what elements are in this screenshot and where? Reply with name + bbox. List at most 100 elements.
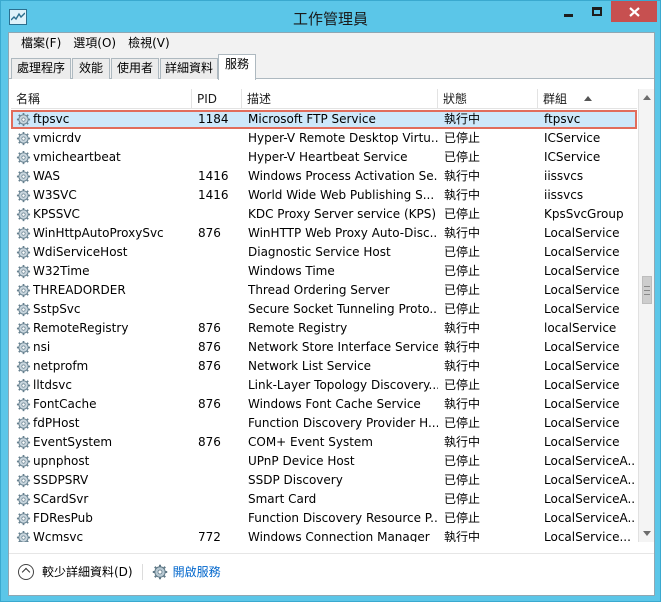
service-name: fdPHost [33, 416, 80, 430]
gear-icon [16, 435, 31, 450]
service-name: netprofm [33, 359, 89, 373]
service-row[interactable]: WinHttpAutoProxySvc 876 WinHTTP Web Prox… [11, 224, 637, 243]
service-description: SSDP Discovery [248, 473, 343, 487]
service-status: 執行中 [444, 435, 481, 449]
service-name: THREADORDER [33, 283, 126, 297]
service-group: LocalService [544, 359, 620, 373]
service-row[interactable]: ftpsvc 1184 Microsoft FTP Service 執行中 ft… [11, 110, 637, 129]
service-description: KDC Proxy Server service (KPS) [248, 207, 437, 221]
tab-performance[interactable]: 效能 [72, 58, 110, 79]
service-group: ftpsvc [544, 112, 581, 126]
service-status: 執行中 [444, 112, 481, 126]
service-name: WAS [33, 169, 61, 183]
column-header-pid[interactable]: PID [192, 89, 242, 109]
service-row[interactable]: WdiServiceHost Diagnostic Service Host 已… [11, 243, 637, 262]
service-group: ICService [544, 150, 601, 164]
service-row[interactable]: RemoteRegistry 876 Remote Registry 執行中 l… [11, 319, 637, 338]
service-description: Windows Time [248, 264, 335, 278]
minimize-button[interactable] [555, 1, 582, 22]
service-row[interactable]: vmicheartbeat Hyper-V Heartbeat Service … [11, 148, 637, 167]
service-row[interactable]: SCardSvr Smart Card 已停止 LocalServiceA... [11, 490, 637, 509]
service-group: LocalServiceA... [544, 511, 636, 525]
service-description: Link-Layer Topology Discovery... [248, 378, 438, 392]
service-row[interactable]: W32Time Windows Time 已停止 LocalService [11, 262, 637, 281]
open-services-label: 開啟服務 [172, 565, 221, 579]
service-row[interactable]: vmicrdv Hyper-V Remote Desktop Virtu... … [11, 129, 637, 148]
service-name: EventSystem [33, 435, 113, 449]
tab-processes[interactable]: 處理程序 [11, 58, 71, 79]
minimize-icon [564, 13, 573, 17]
scroll-down-icon[interactable] [643, 531, 651, 536]
service-row[interactable]: FDResPub Function Discovery Resource P..… [11, 509, 637, 528]
service-row[interactable]: THREADORDER Thread Ordering Server 已停止 L… [11, 281, 637, 300]
tab-users[interactable]: 使用者 [111, 58, 159, 79]
service-name: FontCache [33, 397, 97, 411]
service-description: COM+ Event System [248, 435, 373, 449]
service-name: W3SVC [33, 188, 77, 202]
service-row[interactable]: lltdsvc Link-Layer Topology Discovery...… [11, 376, 637, 395]
service-name: lltdsvc [33, 378, 72, 392]
gear-icon [16, 321, 31, 336]
task-manager-window: 工作管理員 檔案(F) 選項(O) 檢視(V) 處理程序 效能 使用者 詳細資料… [0, 0, 661, 602]
vertical-scrollbar[interactable] [638, 89, 654, 542]
service-row[interactable]: netprofm 876 Network List Service 執行中 Lo… [11, 357, 637, 376]
maximize-button[interactable] [583, 1, 610, 22]
service-group: LocalService [544, 378, 620, 392]
service-name: WinHttpAutoProxySvc [33, 226, 164, 240]
tab-details[interactable]: 詳細資料 [160, 58, 218, 79]
gear-icon [16, 378, 31, 393]
service-pid: 876 [198, 359, 221, 373]
service-group: KpsSvcGroup [544, 207, 624, 221]
service-row[interactable]: upnphost UPnP Device Host 已停止 LocalServi… [11, 452, 637, 471]
service-row[interactable]: fdPHost Function Discovery Provider H...… [11, 414, 637, 433]
service-description: Diagnostic Service Host [248, 245, 391, 259]
menu-options[interactable]: 選項(O) [67, 33, 122, 53]
column-header-status[interactable]: 狀態 [438, 89, 538, 109]
scroll-thumb[interactable] [642, 276, 652, 304]
gear-icon [16, 359, 31, 374]
menu-file[interactable]: 檔案(F) [15, 33, 67, 53]
column-header-description[interactable]: 描述 [242, 89, 438, 109]
service-group: LocalService [544, 264, 620, 278]
open-services-link[interactable]: 開啟服務 [152, 563, 221, 580]
gear-icon [16, 511, 31, 526]
service-row[interactable]: FontCache 876 Windows Font Cache Service… [11, 395, 637, 414]
services-list: 名稱 PID 描述 狀態 群組 ftpsvc 1184 Microsoft FT… [11, 89, 654, 542]
gear-icon [16, 397, 31, 412]
service-pid: 876 [198, 340, 221, 354]
service-group: LocalService [544, 245, 620, 259]
gear-icon [16, 454, 31, 469]
service-row[interactable]: Wcmsvc 772 Windows Connection Manager 執行… [11, 528, 637, 542]
service-group: LocalService... [544, 530, 631, 542]
scroll-up-icon[interactable] [643, 95, 651, 100]
gear-icon [16, 492, 31, 507]
service-status: 已停止 [444, 378, 481, 392]
service-status: 已停止 [444, 131, 481, 145]
service-row[interactable]: SstpSvc Secure Socket Tunneling Proto...… [11, 300, 637, 319]
fewer-details-button[interactable]: 較少詳細資料(D) [18, 563, 133, 580]
service-description: Thread Ordering Server [248, 283, 390, 297]
service-description: Network Store Interface Service [248, 340, 438, 354]
service-row[interactable]: WAS 1416 Windows Process Activation Se..… [11, 167, 637, 186]
service-row[interactable]: nsi 876 Network Store Interface Service … [11, 338, 637, 357]
column-header-name[interactable]: 名稱 [11, 89, 192, 109]
service-group: localService [544, 321, 617, 335]
service-description: Remote Registry [248, 321, 348, 335]
service-status: 已停止 [444, 416, 481, 430]
service-row[interactable]: EventSystem 876 COM+ Event System 執行中 Lo… [11, 433, 637, 452]
service-name: ftpsvc [33, 112, 70, 126]
menu-view[interactable]: 檢視(V) [122, 33, 176, 53]
service-group: LocalService [544, 397, 620, 411]
service-group: LocalServiceA... [544, 492, 636, 506]
service-group: ICService [544, 131, 601, 145]
service-name: KPSSVC [33, 207, 80, 221]
title-bar[interactable]: 工作管理員 [1, 1, 660, 34]
tab-services[interactable]: 服務 [218, 54, 256, 80]
service-row[interactable]: SSDPSRV SSDP Discovery 已停止 LocalServiceA… [11, 471, 637, 490]
service-status: 已停止 [444, 454, 481, 468]
service-pid: 876 [198, 435, 221, 449]
close-button[interactable] [611, 1, 657, 22]
service-status: 執行中 [444, 321, 481, 335]
service-row[interactable]: KPSSVC KDC Proxy Server service (KPS) 已停… [11, 205, 637, 224]
service-row[interactable]: W3SVC 1416 World Wide Web Publishing S..… [11, 186, 637, 205]
